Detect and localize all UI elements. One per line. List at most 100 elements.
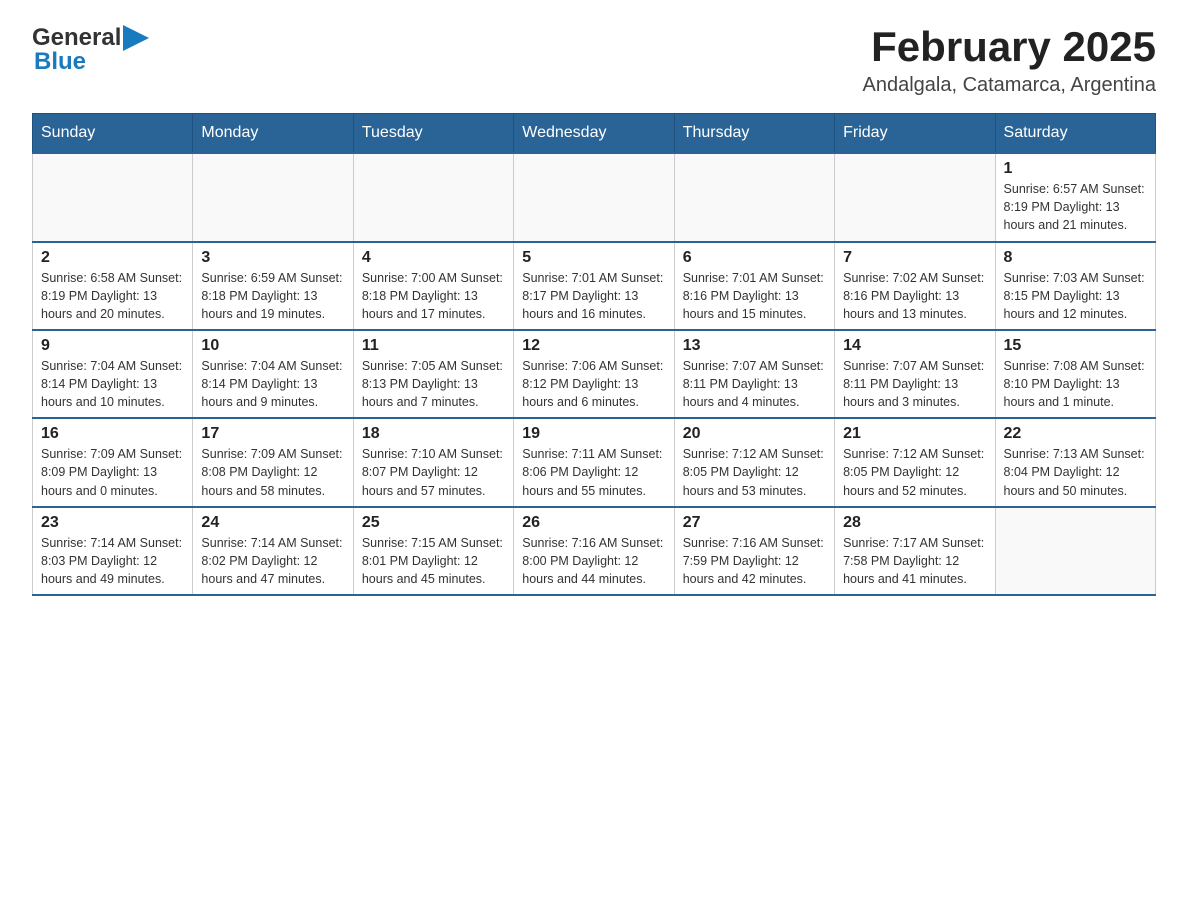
calendar-cell [995,507,1155,595]
day-info: Sunrise: 6:57 AM Sunset: 8:19 PM Dayligh… [1004,180,1147,234]
logo-triangle-icon [123,25,149,51]
day-info: Sunrise: 7:09 AM Sunset: 8:08 PM Dayligh… [201,445,344,499]
day-number: 27 [683,514,826,532]
calendar-cell: 23 Sunrise: 7:14 AM Sunset: 8:03 PM Dayli… [33,507,193,595]
calendar-header-tuesday: Tuesday [353,114,513,154]
calendar-week-row: 2 Sunrise: 6:58 AM Sunset: 8:19 PM Daylig… [33,242,1156,330]
calendar-cell [33,153,193,241]
calendar-header-row: SundayMondayTuesdayWednesdayThursdayFrid… [33,114,1156,154]
calendar-header-monday: Monday [193,114,353,154]
calendar-cell: 22 Sunrise: 7:13 AM Sunset: 8:04 PM Dayli… [995,418,1155,506]
day-number: 15 [1004,337,1147,355]
day-number: 24 [201,514,344,532]
calendar-cell: 11 Sunrise: 7:05 AM Sunset: 8:13 PM Dayli… [353,330,513,418]
calendar-cell: 7Sunrise: 7:02 AM Sunset: 8:16 PM Daylig… [835,242,995,330]
day-number: 14 [843,337,986,355]
calendar-header-wednesday: Wednesday [514,114,674,154]
day-info: Sunrise: 7:00 AM Sunset: 8:18 PM Dayligh… [362,269,505,323]
calendar-cell: 15 Sunrise: 7:08 AM Sunset: 8:10 PM Dayli… [995,330,1155,418]
calendar-cell: 13 Sunrise: 7:07 AM Sunset: 8:11 PM Dayli… [674,330,834,418]
logo-blue-text: Blue [34,48,86,76]
day-number: 2 [41,249,184,267]
day-info: Sunrise: 7:01 AM Sunset: 8:16 PM Dayligh… [683,269,826,323]
calendar-cell: 9 Sunrise: 7:04 AM Sunset: 8:14 PM Daylig… [33,330,193,418]
day-info: Sunrise: 7:04 AM Sunset: 8:14 PM Dayligh… [201,357,344,411]
day-number: 8 [1004,249,1147,267]
calendar-cell [193,153,353,241]
day-number: 25 [362,514,505,532]
day-info: Sunrise: 7:10 AM Sunset: 8:07 PM Dayligh… [362,445,505,499]
day-number: 20 [683,425,826,443]
calendar-cell: 4 Sunrise: 7:00 AM Sunset: 8:18 PM Daylig… [353,242,513,330]
month-title: February 2025 [862,24,1156,70]
calendar-cell: 10Sunrise: 7:04 AM Sunset: 8:14 PM Dayli… [193,330,353,418]
calendar-cell: 5Sunrise: 7:01 AM Sunset: 8:17 PM Daylig… [514,242,674,330]
day-info: Sunrise: 7:03 AM Sunset: 8:15 PM Dayligh… [1004,269,1147,323]
day-info: Sunrise: 7:17 AM Sunset: 7:58 PM Dayligh… [843,534,986,588]
calendar-cell: 27 Sunrise: 7:16 AM Sunset: 7:59 PM Dayli… [674,507,834,595]
day-number: 3 [201,249,344,267]
day-number: 12 [522,337,665,355]
calendar-header-saturday: Saturday [995,114,1155,154]
day-info: Sunrise: 6:59 AM Sunset: 8:18 PM Dayligh… [201,269,344,323]
calendar-cell: 1 Sunrise: 6:57 AM Sunset: 8:19 PM Daylig… [995,153,1155,241]
day-info: Sunrise: 7:13 AM Sunset: 8:04 PM Dayligh… [1004,445,1147,499]
day-info: Sunrise: 7:12 AM Sunset: 8:05 PM Dayligh… [843,445,986,499]
day-number: 18 [362,425,505,443]
day-info: Sunrise: 7:07 AM Sunset: 8:11 PM Dayligh… [843,357,986,411]
calendar-cell: 24 Sunrise: 7:14 AM Sunset: 8:02 PM Dayli… [193,507,353,595]
day-info: Sunrise: 7:15 AM Sunset: 8:01 PM Dayligh… [362,534,505,588]
day-info: Sunrise: 7:07 AM Sunset: 8:11 PM Dayligh… [683,357,826,411]
calendar-cell [353,153,513,241]
day-info: Sunrise: 6:58 AM Sunset: 8:19 PM Dayligh… [41,269,184,323]
calendar-table: SundayMondayTuesdayWednesdayThursdayFrid… [32,113,1156,596]
calendar-cell: 16Sunrise: 7:09 AM Sunset: 8:09 PM Dayli… [33,418,193,506]
calendar-week-row: 1 Sunrise: 6:57 AM Sunset: 8:19 PM Daylig… [33,153,1156,241]
day-number: 21 [843,425,986,443]
calendar-week-row: 16Sunrise: 7:09 AM Sunset: 8:09 PM Dayli… [33,418,1156,506]
calendar-cell: 21 Sunrise: 7:12 AM Sunset: 8:05 PM Dayli… [835,418,995,506]
day-number: 22 [1004,425,1147,443]
calendar-cell: 2 Sunrise: 6:58 AM Sunset: 8:19 PM Daylig… [33,242,193,330]
day-number: 9 [41,337,184,355]
calendar-cell: 18 Sunrise: 7:10 AM Sunset: 8:07 PM Dayli… [353,418,513,506]
calendar-cell: 19 Sunrise: 7:11 AM Sunset: 8:06 PM Dayli… [514,418,674,506]
day-number: 4 [362,249,505,267]
day-number: 26 [522,514,665,532]
calendar-cell: 12 Sunrise: 7:06 AM Sunset: 8:12 PM Dayli… [514,330,674,418]
day-number: 28 [843,514,986,532]
day-info: Sunrise: 7:05 AM Sunset: 8:13 PM Dayligh… [362,357,505,411]
calendar-cell: 3 Sunrise: 6:59 AM Sunset: 8:18 PM Daylig… [193,242,353,330]
day-info: Sunrise: 7:14 AM Sunset: 8:03 PM Dayligh… [41,534,184,588]
location-title: Andalgala, Catamarca, Argentina [862,74,1156,97]
calendar-header-friday: Friday [835,114,995,154]
calendar-header-sunday: Sunday [33,114,193,154]
day-info: Sunrise: 7:09 AM Sunset: 8:09 PM Dayligh… [41,445,184,499]
calendar-cell: 8 Sunrise: 7:03 AM Sunset: 8:15 PM Daylig… [995,242,1155,330]
calendar-cell: 17Sunrise: 7:09 AM Sunset: 8:08 PM Dayli… [193,418,353,506]
calendar-cell: 14 Sunrise: 7:07 AM Sunset: 8:11 PM Dayli… [835,330,995,418]
calendar-cell [835,153,995,241]
day-info: Sunrise: 7:16 AM Sunset: 7:59 PM Dayligh… [683,534,826,588]
day-number: 19 [522,425,665,443]
day-number: 23 [41,514,184,532]
logo: General Blue [32,24,149,76]
day-info: Sunrise: 7:14 AM Sunset: 8:02 PM Dayligh… [201,534,344,588]
day-info: Sunrise: 7:11 AM Sunset: 8:06 PM Dayligh… [522,445,665,499]
calendar-cell: 26 Sunrise: 7:16 AM Sunset: 8:00 PM Dayli… [514,507,674,595]
day-info: Sunrise: 7:02 AM Sunset: 8:16 PM Dayligh… [843,269,986,323]
day-info: Sunrise: 7:12 AM Sunset: 8:05 PM Dayligh… [683,445,826,499]
day-info: Sunrise: 7:01 AM Sunset: 8:17 PM Dayligh… [522,269,665,323]
day-number: 11 [362,337,505,355]
day-number: 6 [683,249,826,267]
day-number: 1 [1004,160,1147,178]
title-area: February 2025 Andalgala, Catamarca, Arge… [862,24,1156,97]
calendar-week-row: 23 Sunrise: 7:14 AM Sunset: 8:03 PM Dayli… [33,507,1156,595]
day-number: 13 [683,337,826,355]
calendar-cell: 20 Sunrise: 7:12 AM Sunset: 8:05 PM Dayli… [674,418,834,506]
day-info: Sunrise: 7:04 AM Sunset: 8:14 PM Dayligh… [41,357,184,411]
calendar-week-row: 9 Sunrise: 7:04 AM Sunset: 8:14 PM Daylig… [33,330,1156,418]
day-info: Sunrise: 7:16 AM Sunset: 8:00 PM Dayligh… [522,534,665,588]
day-info: Sunrise: 7:08 AM Sunset: 8:10 PM Dayligh… [1004,357,1147,411]
day-info: Sunrise: 7:06 AM Sunset: 8:12 PM Dayligh… [522,357,665,411]
